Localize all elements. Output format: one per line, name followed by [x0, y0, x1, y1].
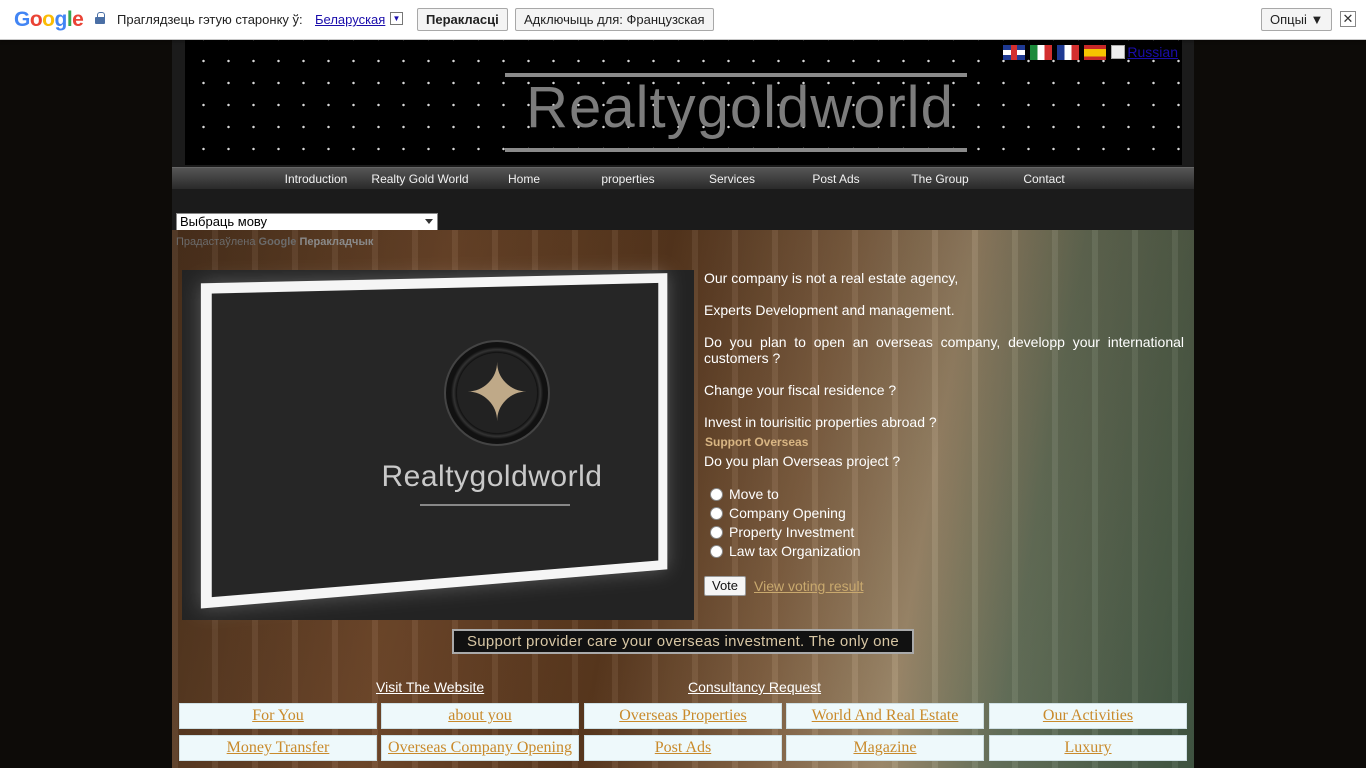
russian-flag-link[interactable]: Russian [1111, 44, 1178, 60]
poll-option-label: Move to [729, 486, 779, 502]
spain-flag-icon[interactable] [1084, 44, 1107, 60]
site-logo[interactable]: Realtygoldworld [485, 74, 995, 141]
translate-language-link[interactable]: Беларуская [315, 12, 385, 27]
poll-option-label: Law tax Organization [729, 543, 861, 559]
uk-flag-icon[interactable] [1003, 44, 1026, 60]
visit-website-link[interactable]: Visit The Website [376, 679, 484, 695]
france-flag-icon[interactable] [1057, 44, 1080, 60]
nav-introduction[interactable]: Introduction [264, 172, 368, 186]
link-money-transfer[interactable]: Money Transfer [179, 735, 377, 761]
logo-bottom-bar [505, 148, 967, 152]
russian-flag-alt-text: Russian [1127, 44, 1178, 60]
marquee-banner: Support provider care your overseas inve… [452, 629, 914, 654]
link-luxury[interactable]: Luxury [989, 735, 1187, 761]
logo-frame [200, 273, 668, 609]
translate-button[interactable]: Перакласці [417, 8, 508, 31]
link-about-you[interactable]: about you [381, 703, 579, 729]
poll-option[interactable]: Law tax Organization [710, 543, 861, 559]
intro-paragraph: Experts Development and management. [704, 302, 955, 318]
nav-properties[interactable]: properties [576, 172, 680, 186]
logo-letter: o [42, 8, 55, 31]
link-for-you[interactable]: For You [179, 703, 377, 729]
intro-image-logo-text: Realtygoldworld [381, 460, 603, 493]
poll-option[interactable]: Property Investment [710, 524, 854, 540]
language-widget: Выбраць мову [172, 189, 1194, 231]
nav-the-group[interactable]: The Group [888, 172, 992, 186]
translate-prompt: Праглядзець гэтую старонку ў: [117, 12, 303, 27]
logo-letter: G [14, 8, 30, 31]
intro-paragraph: Our company is not a real estate agency, [704, 270, 959, 286]
poll-question: Do you plan Overseas project ? [704, 453, 901, 469]
page: Realtygoldworld Russian Introduction Rea… [172, 40, 1194, 768]
poll-option-label: Company Opening [729, 505, 846, 521]
poll-title: Support Overseas [705, 435, 809, 449]
link-overseas-company-opening[interactable]: Overseas Company Opening [381, 735, 579, 761]
nav-contact[interactable]: Contact [992, 172, 1096, 186]
google-mini-logo[interactable]: Google [259, 236, 297, 248]
options-button[interactable]: Опцыі ▼ [1261, 8, 1333, 31]
link-overseas-properties[interactable]: Overseas Properties [584, 703, 782, 729]
language-select[interactable]: Выбраць мову [176, 213, 438, 231]
logo-letter: g [54, 8, 68, 31]
poll-option[interactable]: Move to [710, 486, 779, 502]
compass-icon [444, 340, 550, 446]
lock-icon [95, 12, 105, 24]
main-content: Прадастаўлена Google Перакладчык Realtyg… [172, 230, 1194, 768]
language-flags: Russian [1003, 44, 1178, 60]
radio-button[interactable] [710, 506, 723, 520]
logo-letter: e [72, 8, 84, 31]
broken-image-icon [1111, 45, 1126, 59]
nav-home[interactable]: Home [472, 172, 576, 186]
nav-post-ads[interactable]: Post Ads [784, 172, 888, 186]
link-post-ads[interactable]: Post Ads [584, 735, 782, 761]
radio-button[interactable] [710, 544, 723, 558]
google-logo: Google [14, 8, 84, 32]
radio-button[interactable] [710, 487, 723, 501]
close-icon[interactable]: ✕ [1340, 11, 1356, 27]
radio-button[interactable] [710, 525, 723, 539]
view-results-link[interactable]: View voting result [754, 578, 863, 594]
intro-paragraph: Do you plan to open an overseas company,… [704, 334, 1184, 366]
powered-by: Прадастаўлена Google Перакладчык [176, 236, 373, 248]
vote-button[interactable]: Vote [704, 576, 746, 596]
intro-image-underline [420, 504, 570, 506]
poll-option-label: Property Investment [729, 524, 855, 540]
disable-translate-button[interactable]: Адключыць для: Французская [515, 8, 714, 31]
language-dropdown-icon[interactable]: ▼ [390, 12, 403, 25]
translator-link[interactable]: Перакладчык [299, 236, 373, 248]
logo-letter: o [29, 8, 43, 31]
header-banner: Realtygoldworld Russian [185, 40, 1182, 165]
nav-services[interactable]: Services [680, 172, 784, 186]
consultancy-request-link[interactable]: Consultancy Request [688, 679, 821, 695]
main-nav: Introduction Realty Gold World Home prop… [172, 167, 1194, 189]
link-magazine[interactable]: Magazine [786, 735, 984, 761]
link-our-activities[interactable]: Our Activities [989, 703, 1187, 729]
translate-bar: Google Праглядзець гэтую старонку ў: Бел… [0, 0, 1366, 40]
poll-option[interactable]: Company Opening [710, 505, 846, 521]
nav-realty-gold-world[interactable]: Realty Gold World [368, 172, 472, 186]
intro-image: Realtygoldworld [182, 270, 694, 620]
intro-paragraph: Change your fiscal residence ? [704, 382, 897, 398]
italy-flag-icon[interactable] [1030, 44, 1053, 60]
intro-paragraph: Invest in tourisitic properties abroad ? [704, 414, 937, 430]
powered-prefix: Прадастаўлена [176, 236, 256, 248]
link-world-and-real-estate[interactable]: World And Real Estate [786, 703, 984, 729]
